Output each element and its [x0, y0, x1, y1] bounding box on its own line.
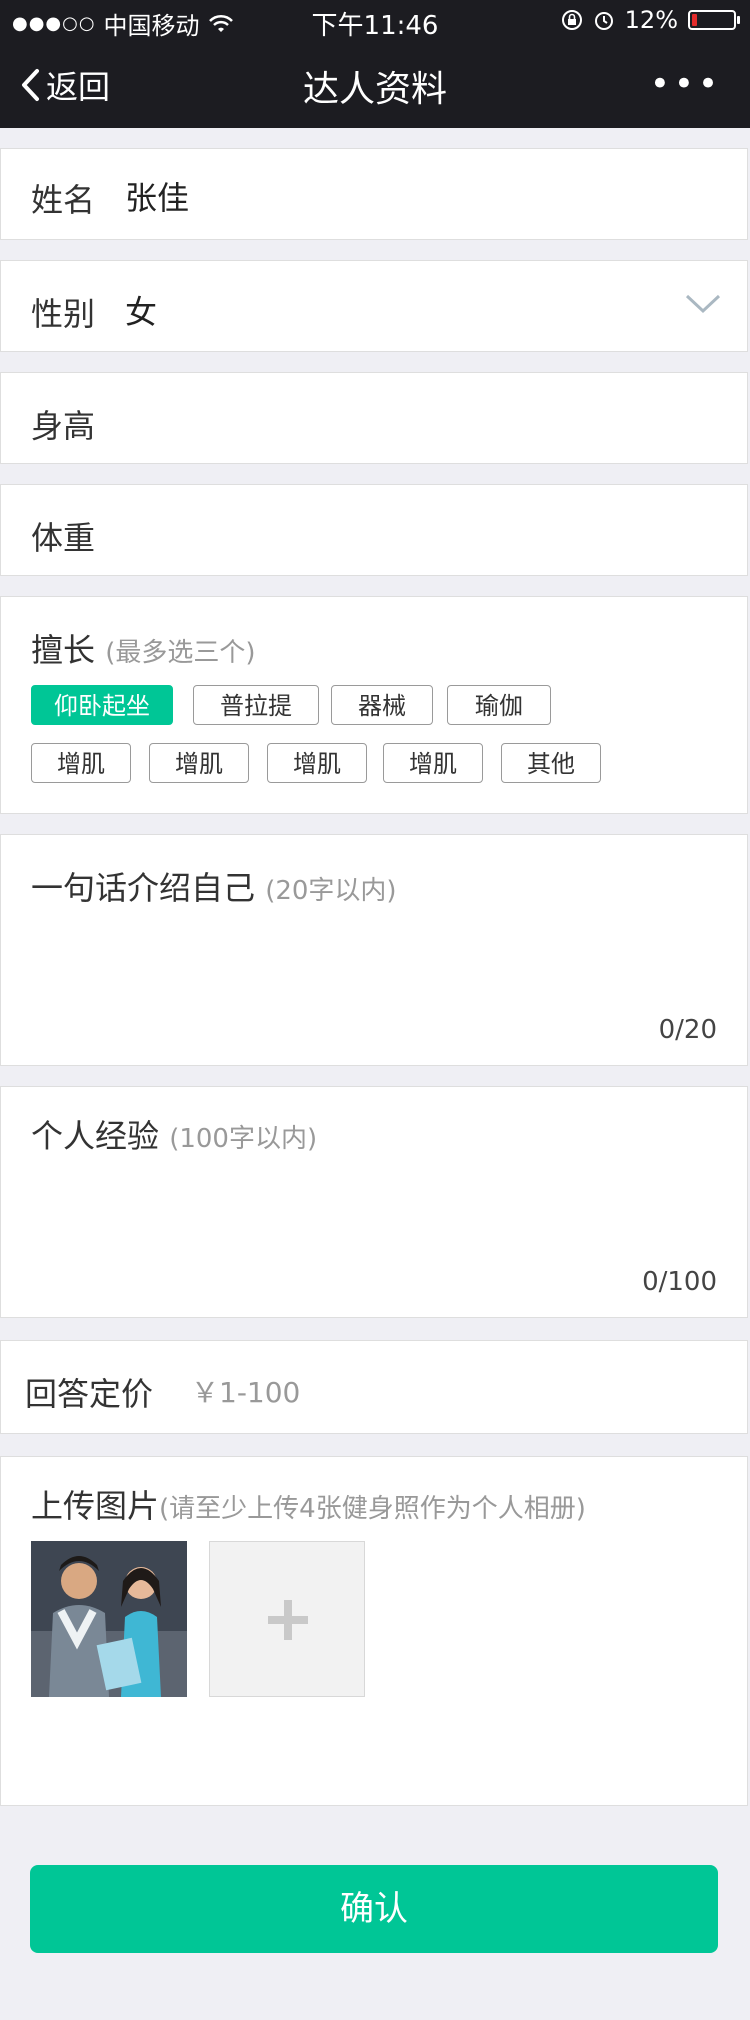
specialty-tag[interactable]: 增肌	[267, 743, 367, 783]
specialty-tag[interactable]: 器械	[331, 685, 433, 725]
add-photo-button[interactable]	[209, 1541, 365, 1697]
gender-label: 性别	[31, 295, 96, 333]
specialty-tag[interactable]: 增肌	[149, 743, 249, 783]
experience-counter: 0/100	[642, 1267, 717, 1297]
rotation-lock-icon	[561, 10, 582, 30]
price-label: 回答定价	[25, 1375, 154, 1413]
upload-hint: (请至少上传4张健身照作为个人相册)	[159, 1494, 586, 1524]
specialty-tag[interactable]: 增肌	[383, 743, 483, 783]
name-value[interactable]: 张佳	[125, 173, 189, 219]
specialty-tag[interactable]: 瑜伽	[447, 685, 551, 725]
intro-hint: (20字以内)	[265, 876, 397, 906]
name-row[interactable]: 姓名 张佳	[0, 148, 748, 240]
intro-label: 一句话介绍自己 (20字以内)	[31, 869, 397, 907]
specialty-tag[interactable]: 普拉提	[193, 685, 319, 725]
intro-section[interactable]: 一句话介绍自己 (20字以内) 0/20	[0, 834, 748, 1066]
name-label: 姓名	[31, 181, 96, 219]
status-right: 12%	[561, 6, 740, 34]
weight-label: 体重	[31, 519, 96, 557]
experience-label: 个人经验 (100字以内)	[31, 1117, 318, 1155]
uploaded-photo[interactable]	[31, 1541, 187, 1697]
page-title: 达人资料	[302, 69, 447, 110]
weight-row[interactable]: 体重	[0, 484, 748, 576]
confirm-button[interactable]: 确认	[30, 1865, 718, 1953]
price-row[interactable]: 回答定价 ￥1-100	[0, 1340, 748, 1434]
upload-section: 上传图片(请至少上传4张健身照作为个人相册)	[0, 1456, 748, 1806]
status-bar: ●●●○○ 中国移动 下午11:46 12%	[0, 0, 750, 42]
specialty-hint: (最多选三个)	[105, 638, 256, 668]
gender-row[interactable]: 性别 女	[0, 260, 748, 352]
upload-label: 上传图片(请至少上传4张健身照作为个人相册)	[31, 1487, 586, 1525]
experience-section[interactable]: 个人经验 (100字以内) 0/100	[0, 1086, 748, 1318]
specialty-tag[interactable]: 其他	[501, 743, 601, 783]
intro-counter: 0/20	[658, 1015, 717, 1045]
price-input[interactable]: ￥1-100	[191, 1371, 300, 1411]
height-label: 身高	[31, 407, 96, 445]
specialty-tag[interactable]: 增肌	[31, 743, 131, 783]
alarm-icon	[594, 12, 613, 30]
specialty-label: 擅长 (最多选三个)	[31, 631, 256, 669]
height-row[interactable]: 身高	[0, 372, 748, 464]
more-button[interactable]: •••	[650, 64, 722, 104]
gender-value[interactable]: 女	[125, 287, 157, 333]
battery-percent: 12%	[624, 6, 678, 34]
photo-image	[31, 1541, 187, 1697]
experience-hint: (100字以内)	[169, 1124, 318, 1154]
specialty-tag[interactable]: 仰卧起坐	[31, 685, 173, 725]
specialty-section: 擅长 (最多选三个) 仰卧起坐 普拉提 器械 瑜伽 增肌 增肌 增肌 增肌 其他	[0, 596, 748, 814]
chevron-down-icon[interactable]	[685, 293, 721, 315]
battery-icon	[688, 10, 740, 30]
nav-bar: 返回 达人资料 •••	[0, 42, 750, 128]
